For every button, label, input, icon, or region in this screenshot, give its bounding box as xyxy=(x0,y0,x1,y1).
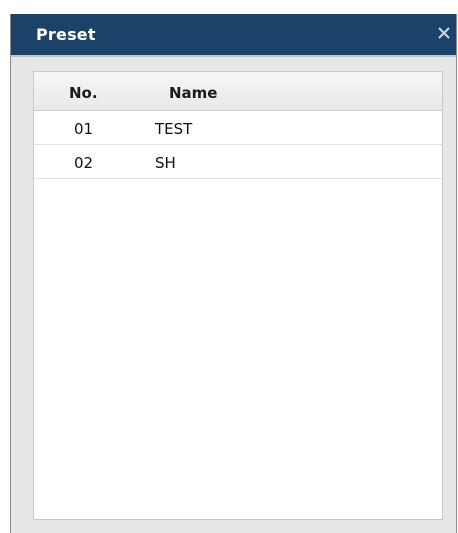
cell-name: SH xyxy=(155,154,176,172)
table-row[interactable]: 02 SH xyxy=(34,145,442,179)
preset-list-panel: No. Name 01 TEST 02 SH xyxy=(33,71,443,520)
dialog-title: Preset xyxy=(36,25,96,44)
close-icon[interactable] xyxy=(435,24,453,42)
table-row[interactable]: 01 TEST xyxy=(34,111,442,145)
table-header: No. Name xyxy=(34,72,442,111)
column-header-no[interactable]: No. xyxy=(69,84,98,102)
preset-dialog: Preset No. Name 01 TEST 02 SH xyxy=(10,14,457,533)
dialog-titlebar: Preset xyxy=(11,14,456,57)
cell-no: 01 xyxy=(74,120,94,138)
column-header-name[interactable]: Name xyxy=(169,84,217,102)
cell-name: TEST xyxy=(155,120,193,138)
cell-no: 02 xyxy=(74,154,94,172)
